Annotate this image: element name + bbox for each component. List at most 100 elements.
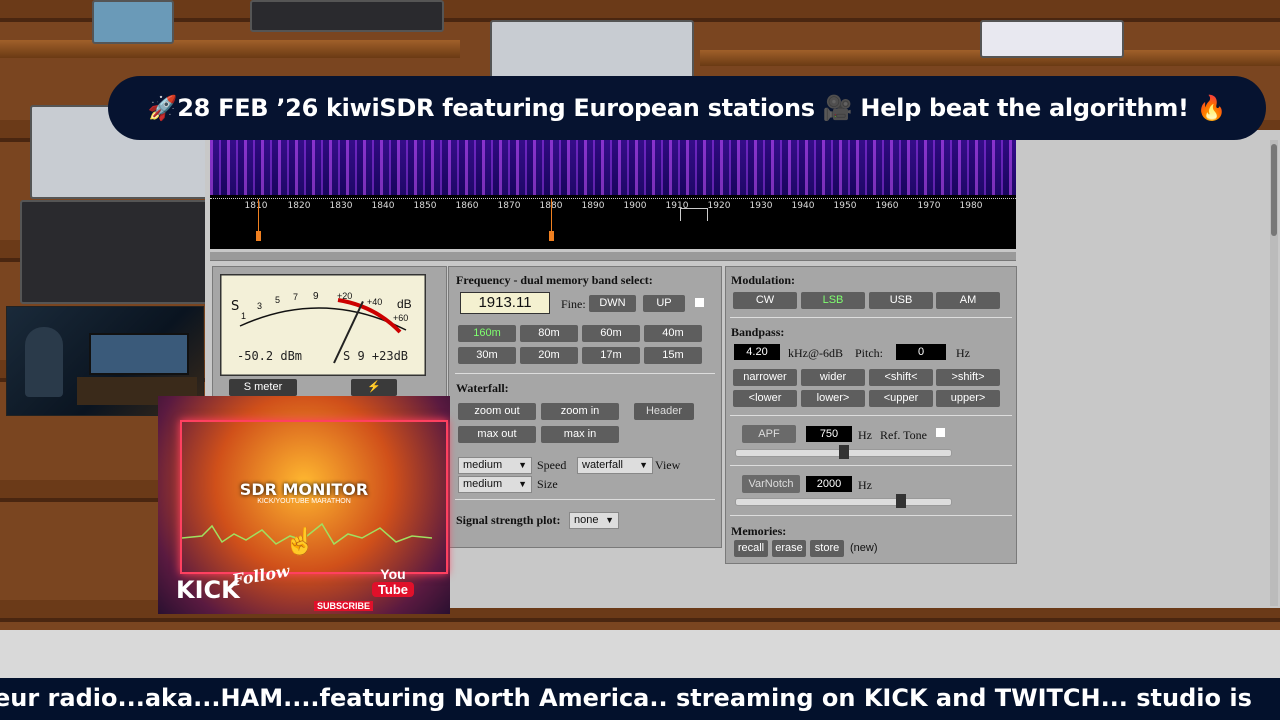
- radio-equipment: [250, 0, 444, 32]
- radio-equipment: [490, 20, 694, 84]
- band-button-80m[interactable]: 80m: [520, 325, 578, 342]
- apf-slider[interactable]: [735, 445, 952, 459]
- hand-cursor-icon: ☝: [284, 526, 317, 556]
- max-out-button[interactable]: max out: [458, 426, 536, 443]
- bandpass-width-field[interactable]: 4.20: [734, 344, 780, 360]
- divider: [730, 415, 1012, 416]
- band-button-20m[interactable]: 20m: [520, 347, 578, 364]
- passband-indicator[interactable]: [680, 208, 708, 221]
- divider: [455, 499, 715, 500]
- smeter-scale-label: 7: [293, 292, 299, 302]
- scale-tick: 1950: [833, 201, 857, 211]
- scale-tick: 1940: [791, 201, 815, 211]
- lower-left-button[interactable]: <lower: [733, 390, 797, 407]
- band-edge-marker[interactable]: [256, 231, 261, 241]
- tune-up-button[interactable]: UP: [643, 295, 685, 312]
- frequency-panel-title: Frequency - dual memory band select:: [456, 273, 653, 287]
- ticker-text: eur radio...aka...HAM....featuring North…: [0, 684, 1252, 712]
- scale-tick: 1980: [959, 201, 983, 211]
- signal-plot-label: Signal strength plot:: [456, 513, 561, 527]
- mode-button-lsb[interactable]: LSB: [801, 292, 865, 309]
- sdr-monitor-promo: SDR MONITOR KICK/YOUTUBE MARATHON ☝ KICK…: [158, 396, 450, 614]
- shift-up-button[interactable]: >shift>: [936, 369, 1000, 386]
- chevron-down-icon: ▼: [518, 460, 527, 470]
- ref-tone-checkbox[interactable]: [936, 428, 945, 437]
- scale-tick: 1850: [413, 201, 437, 211]
- smeter-scale-label: 3: [257, 301, 263, 311]
- header-button[interactable]: Header: [634, 403, 694, 420]
- s-meter-button[interactable]: S meter: [229, 379, 297, 396]
- signal-plot-select[interactable]: none ▼: [569, 512, 619, 529]
- speed-select[interactable]: medium ▼: [458, 457, 532, 474]
- band-button-17m[interactable]: 17m: [582, 347, 640, 364]
- chevron-down-icon: ▼: [518, 479, 527, 489]
- narrower-button[interactable]: narrower: [733, 369, 797, 386]
- bandpass-unit-label: kHz@-6dB: [788, 346, 844, 360]
- shift-down-button[interactable]: <shift<: [869, 369, 933, 386]
- page-scrollbar[interactable]: [1270, 140, 1278, 606]
- divider: [455, 373, 715, 374]
- scale-tick: 1870: [497, 201, 521, 211]
- bandpass-title: Bandpass:: [731, 325, 785, 339]
- zoom-out-button[interactable]: zoom out: [458, 403, 536, 420]
- apf-field[interactable]: 750: [806, 426, 852, 442]
- upper-right-button[interactable]: upper>: [936, 390, 1000, 407]
- chevron-down-icon: ▼: [605, 515, 614, 525]
- band-button-40m[interactable]: 40m: [644, 325, 702, 342]
- scale-tick: 1930: [749, 201, 773, 211]
- scale-strip: [210, 252, 1016, 261]
- lower-right-button[interactable]: lower>: [801, 390, 865, 407]
- band-button-15m[interactable]: 15m: [644, 347, 702, 364]
- memories-title: Memories:: [731, 524, 787, 538]
- pin-icon[interactable]: ⚡: [351, 379, 397, 396]
- size-select[interactable]: medium ▼: [458, 476, 532, 493]
- band-button-60m[interactable]: 60m: [582, 325, 640, 342]
- books: [980, 20, 1124, 58]
- waterfall-panel-title: Waterfall:: [456, 381, 509, 395]
- store-button[interactable]: store: [810, 540, 844, 557]
- max-in-button[interactable]: max in: [541, 426, 619, 443]
- kick-logo: KICK: [176, 576, 240, 604]
- divider: [730, 317, 1012, 318]
- apf-button[interactable]: APF: [742, 425, 796, 443]
- scrolling-ticker: eur radio...aka...HAM....featuring North…: [0, 678, 1280, 720]
- youtube-tube: Tube: [372, 582, 414, 597]
- smeter-dbm-readout: -50.2 dBm: [237, 349, 303, 363]
- recall-button[interactable]: recall: [734, 540, 768, 557]
- band-edge-marker[interactable]: [549, 231, 554, 241]
- varnotch-slider[interactable]: [735, 494, 952, 508]
- zoom-in-button[interactable]: zoom in: [541, 403, 619, 420]
- wider-button[interactable]: wider: [801, 369, 865, 386]
- frequency-input[interactable]: 1913.11: [460, 292, 550, 314]
- smeter-scale-label: 5: [275, 295, 281, 305]
- varnotch-field[interactable]: 2000: [806, 476, 852, 492]
- tune-down-button[interactable]: DWN: [589, 295, 636, 312]
- mode-button-cw[interactable]: CW: [733, 292, 797, 309]
- speed-label: Speed: [537, 458, 567, 472]
- mode-button-am[interactable]: AM: [936, 292, 1000, 309]
- pitch-field[interactable]: 0: [896, 344, 946, 360]
- shelf: [0, 40, 460, 58]
- view-select[interactable]: waterfall ▼: [577, 457, 653, 474]
- band-button-160m[interactable]: 160m: [458, 325, 516, 342]
- scale-tick: 1830: [329, 201, 353, 211]
- varnotch-unit: Hz: [858, 478, 872, 492]
- modulation-title: Modulation:: [731, 273, 796, 287]
- divider: [730, 465, 1012, 466]
- youtube-you: You: [380, 566, 406, 582]
- apf-slider-thumb[interactable]: [838, 445, 849, 459]
- apf-unit: Hz: [858, 428, 872, 442]
- frequency-scale[interactable]: 1810 1820 1830 1840 1850 1860 1870 1880 …: [210, 195, 1016, 249]
- band-button-30m[interactable]: 30m: [458, 347, 516, 364]
- smeter-s-readout: S 9 +23dB: [343, 349, 409, 363]
- upper-left-button[interactable]: <upper: [869, 390, 933, 407]
- frequency-checkbox[interactable]: [695, 298, 704, 307]
- mode-button-usb[interactable]: USB: [869, 292, 933, 309]
- erase-button[interactable]: erase: [772, 540, 806, 557]
- scrollbar-thumb[interactable]: [1271, 144, 1277, 236]
- varnotch-slider-thumb[interactable]: [895, 494, 906, 508]
- operator-figure: [25, 327, 63, 397]
- chevron-down-icon: ▼: [639, 460, 648, 470]
- varnotch-button[interactable]: VarNotch: [742, 475, 800, 493]
- waterfall-display[interactable]: [210, 140, 1016, 195]
